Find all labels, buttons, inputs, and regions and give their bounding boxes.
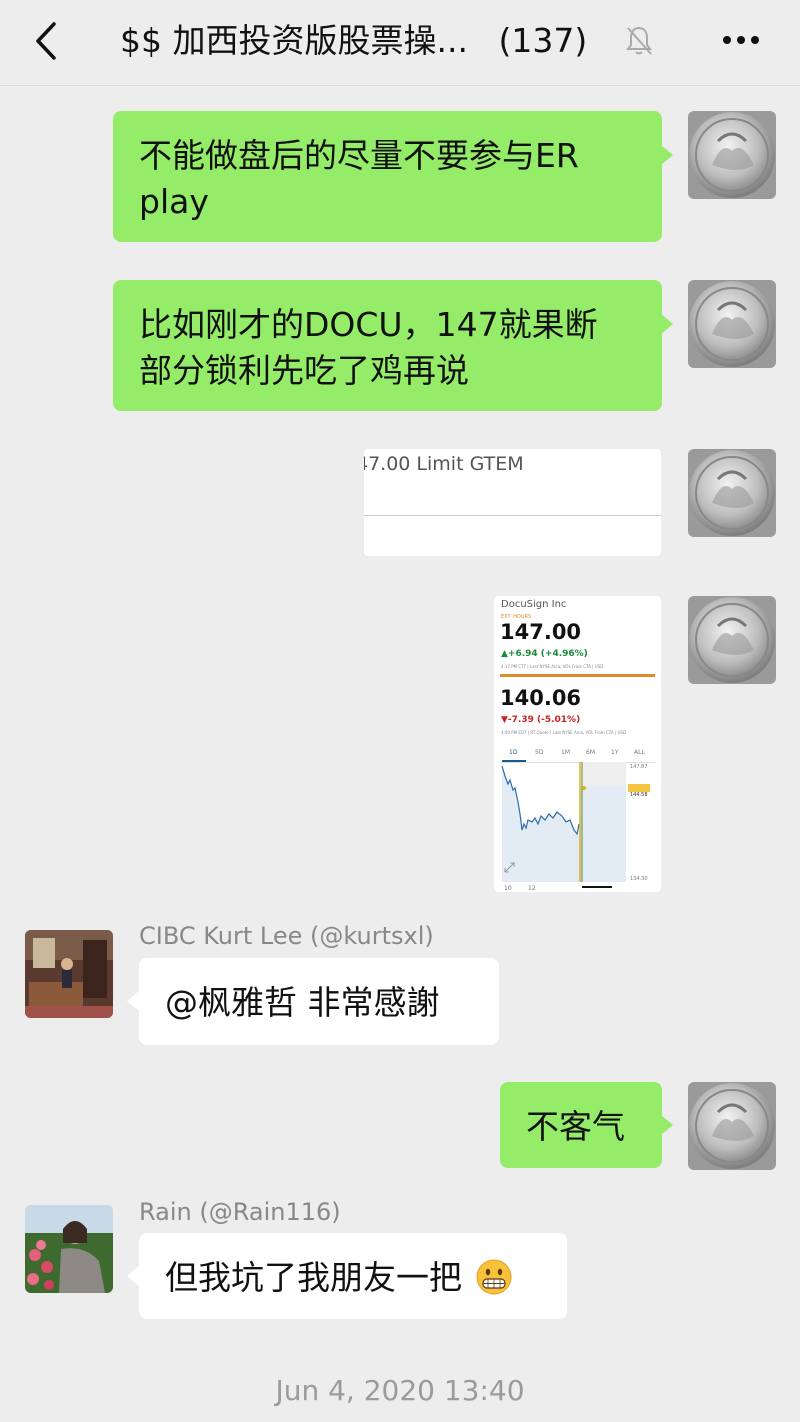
company-name: DocuSign Inc (501, 599, 567, 610)
sender-name: CIBC Kurt Lee (@kurtsxl) (139, 922, 434, 950)
y-axis-high: 147.87 (630, 764, 648, 770)
close-price: 140.06 (500, 686, 582, 710)
order-screenshot-image[interactable]: 47.00 Limit GTEM (364, 449, 661, 556)
back-arrow-icon[interactable] (30, 18, 70, 64)
bubble-tail (127, 991, 139, 1011)
x-axis-tick: 10 (504, 885, 512, 892)
message-text: 不客气 (526, 1107, 625, 1146)
message-bubble[interactable]: 不客气 (500, 1082, 662, 1168)
message-text: 部分锁利先吃了鸡再说 (139, 351, 469, 390)
more-options-icon[interactable] (718, 24, 764, 56)
mute-bell-icon (626, 26, 652, 55)
tab-1y[interactable]: 1Y (611, 749, 618, 756)
tab-5d[interactable]: 5D (535, 749, 543, 756)
message-text: 不能做盘后的尽量不要参与ER (139, 136, 579, 175)
message-bubble[interactable]: 不能做盘后的尽量不要参与ER play (113, 111, 662, 242)
message-text: 比如刚才的DOCU，147就果断 (139, 305, 598, 344)
stock-screenshot-image[interactable]: DocuSign Inc EXT. HOURS 147.00 ▲+6.94 (+… (494, 596, 661, 892)
tab-1d[interactable]: 1D (509, 749, 517, 756)
coin-avatar[interactable] (688, 449, 776, 537)
price-chart (501, 762, 650, 888)
ext-change: ▲+6.94 (+4.96%) (501, 649, 588, 659)
order-text: 47.00 Limit GTEM (364, 453, 524, 475)
rain-avatar[interactable] (25, 1205, 113, 1293)
y-axis-tag: 144.58 (630, 792, 648, 798)
timestamp: Jun 4, 2020 13:40 (275, 1374, 525, 1407)
tab-6m[interactable]: 6M (586, 749, 595, 756)
kurt-avatar[interactable] (25, 930, 113, 1018)
tab-all[interactable]: ALL (634, 749, 645, 756)
coin-avatar[interactable] (688, 111, 776, 199)
sender-name: Rain (@Rain116) (139, 1198, 341, 1226)
y-axis-low: 134.30 (630, 876, 648, 882)
close-note: 4:00 PM EDT | RT Quote | Last NYSE Arca,… (501, 730, 627, 735)
message-text: play (139, 182, 209, 221)
bubble-tail (661, 314, 673, 334)
bubble-tail (661, 1115, 673, 1135)
member-count: (137) (498, 21, 588, 60)
ext-note: 4:17 PM CTT | Last NYSE Arca, VOL From C… (501, 664, 604, 669)
close-change: ▼-7.39 (-5.01%) (501, 715, 581, 725)
message-text: @枫雅哲 非常感謝 (165, 983, 440, 1022)
chat-title: $$ 加西投资版股票操... (137) (120, 18, 620, 64)
chat-header: $$ 加西投资版股票操... (137) (0, 0, 800, 86)
message-bubble[interactable]: 但我坑了我朋友一把 (139, 1233, 567, 1319)
chat-title-text: $$ 加西投资版股票操... (120, 21, 468, 60)
ext-price: 147.00 (500, 620, 582, 644)
coin-avatar[interactable] (688, 596, 776, 684)
bubble-tail (127, 1266, 139, 1286)
message-text: 但我坑了我朋友一把 (165, 1258, 462, 1297)
divider (364, 515, 661, 516)
bubble-tail (661, 145, 673, 165)
message-bubble[interactable]: @枫雅哲 非常感謝 (139, 958, 499, 1045)
x-axis-tick: 12 (528, 885, 536, 892)
coin-avatar[interactable] (688, 280, 776, 368)
coin-avatar[interactable] (688, 1082, 776, 1170)
tab-1m[interactable]: 1M (561, 749, 570, 756)
message-bubble[interactable]: 比如刚才的DOCU，147就果断 部分锁利先吃了鸡再说 (113, 280, 662, 411)
accent-rule (500, 674, 655, 677)
grinning-emoji-icon (476, 1259, 511, 1295)
